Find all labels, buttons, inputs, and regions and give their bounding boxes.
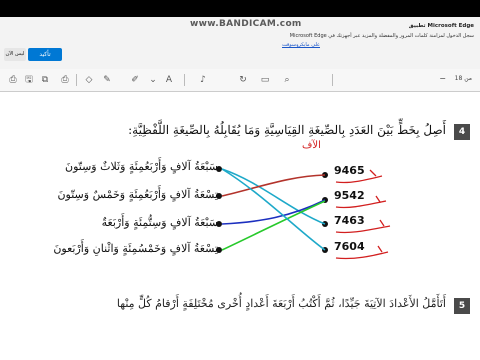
red-underline-1 [335,169,383,184]
next-question-text: أَتَأَمَّلُ الأَعْدادَ الآتِيَةَ جَيِّدً… [116,297,446,310]
text-icon[interactable]: A [162,73,176,87]
zoom-out-icon[interactable]: − [439,74,446,83]
confirm-button[interactable]: تأكيد [28,48,62,61]
decline-button[interactable]: ليس الآن [4,48,26,61]
match-line-cyan-2 [221,168,326,251]
print-icon-2[interactable]: ⎙ [58,73,72,87]
draw-icon[interactable]: ✐ [128,73,142,87]
print-icon[interactable]: ⎙ [6,73,20,87]
question-number-next: 5 [454,298,470,314]
notification-title: تطبيق Microsoft Edge [408,23,474,29]
toolbar-divider-2 [184,74,185,86]
red-underline-3 [335,219,391,234]
eraser-icon[interactable]: ◇ [82,73,96,87]
watermark-text: www.BANDICAM.com [190,19,302,29]
match-line-red [221,174,326,197]
save-icon[interactable]: 🖫 [22,73,36,87]
red-underline-2 [335,195,387,209]
rotate-icon[interactable]: ↻ [236,73,250,87]
match-line-cyan [221,168,326,225]
notification-link[interactable]: علي مايكروسوفت [282,42,320,48]
toolbar-divider-3 [332,74,333,86]
screen: تطبيق Microsoft Edge سجل الدخول لمزامنة … [0,0,480,360]
pdf-page: 4 أَصِلُ بِخَطٍّ بَيْنَ العَدَدِ بِالصِّ… [0,92,480,360]
fit-page-icon[interactable]: ▭ [258,73,272,87]
red-underline-4 [335,245,389,260]
read-aloud-icon[interactable]: ♪ [196,73,210,87]
search-icon[interactable]: ⌕ [280,73,294,87]
highlight-icon[interactable]: ✎ [100,73,114,87]
annotation-layer [221,168,391,260]
match-line-blue [221,199,326,225]
pdf-toolbar: ⎙ 🖫 ⧉ ⎙ ◇ ✎ ✐ ⌄ A ♪ ↻ ▭ ⌕ − من 18 [0,69,480,92]
page-indicator: من 18 [454,75,472,82]
copy-icon[interactable]: ⧉ [38,73,52,87]
notification-text: سجل الدخول لمزامنة كلمات المرور والمفضلة… [289,33,474,39]
toolbar-divider [76,74,77,86]
chevron-down-icon[interactable]: ⌄ [146,73,160,87]
